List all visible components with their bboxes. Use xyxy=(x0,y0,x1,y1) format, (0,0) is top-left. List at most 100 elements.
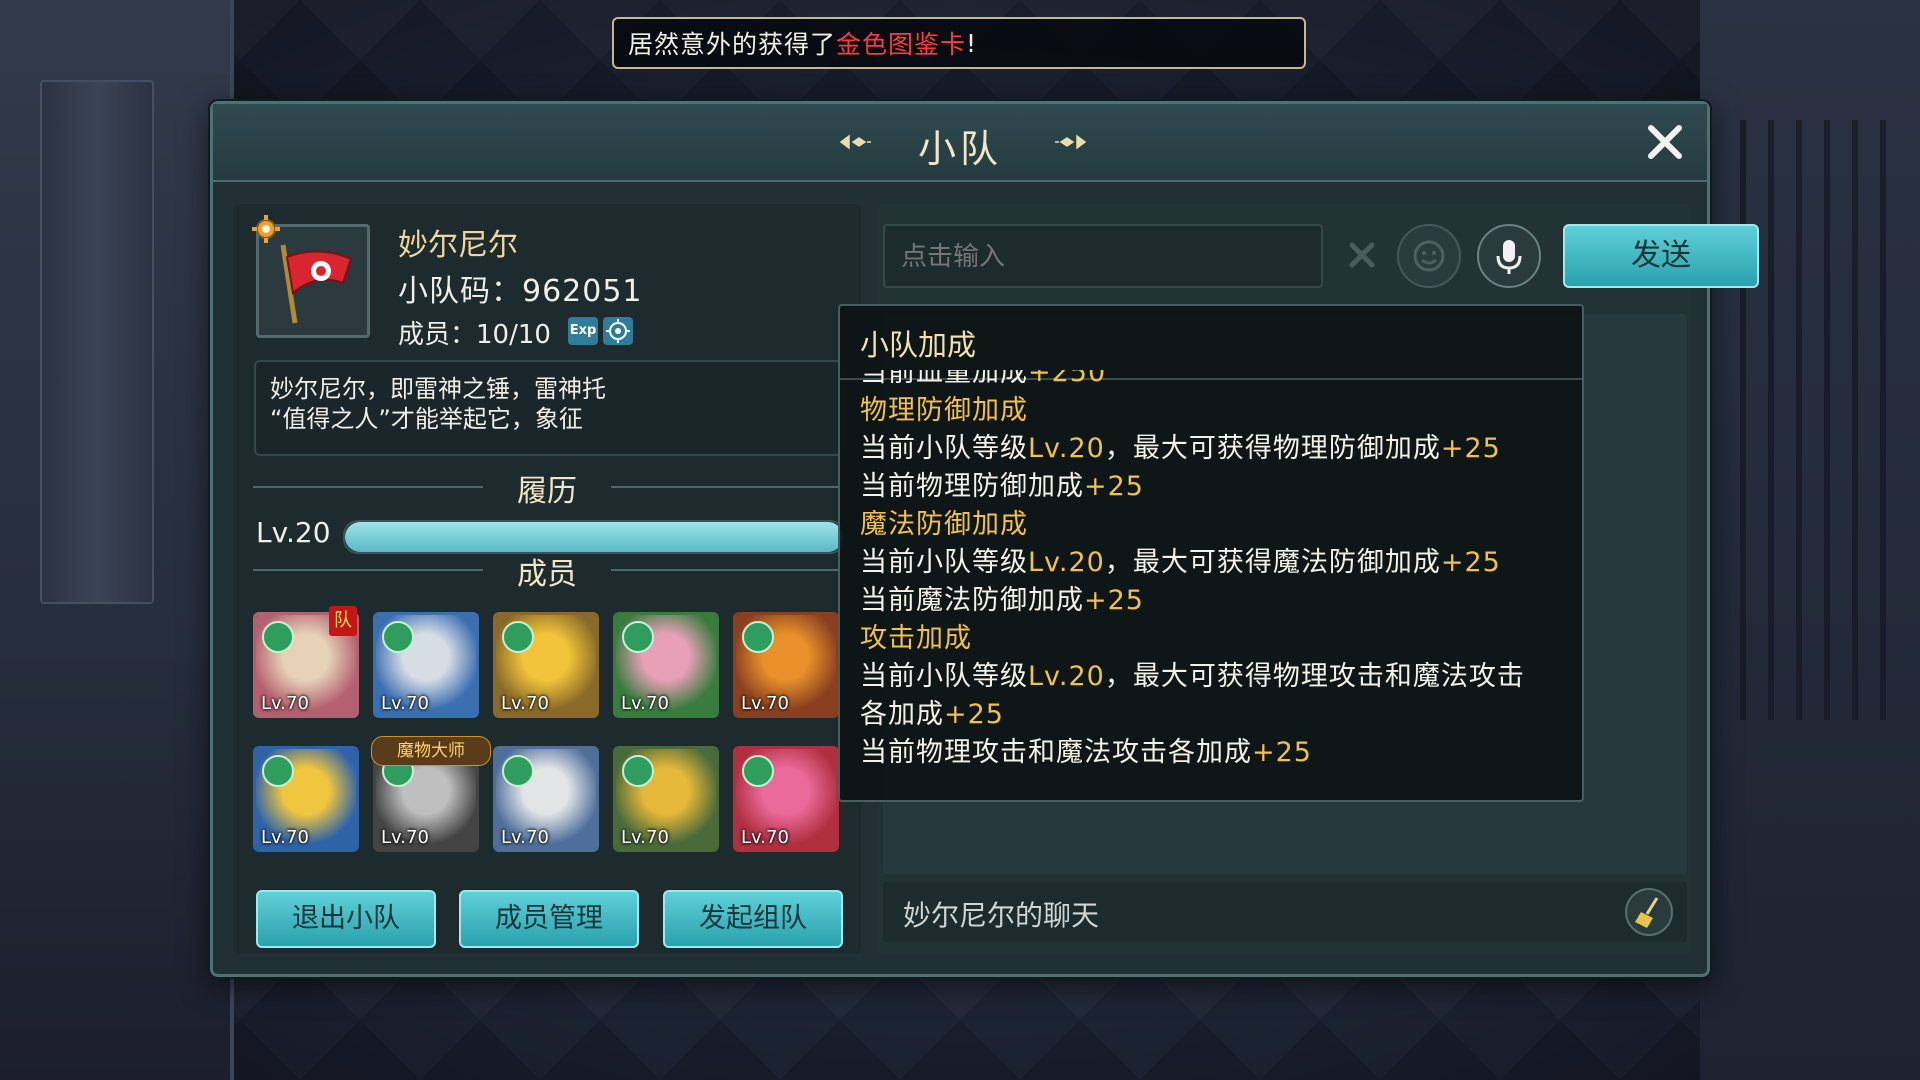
broom-icon xyxy=(1635,897,1659,928)
panel-header: 小队 xyxy=(213,104,1707,182)
member-level: Lv.70 xyxy=(381,693,429,714)
bonus-line-text: ，最大可获得物理防御加成 xyxy=(1104,433,1441,464)
history-heading: 履历 xyxy=(233,466,861,510)
background-building-left xyxy=(0,0,234,1080)
member-count-label: 成员： xyxy=(398,320,477,350)
microphone-icon xyxy=(1496,240,1522,274)
member-count-value: 10/10 xyxy=(476,320,551,350)
title-ornament-right-icon xyxy=(1055,134,1087,150)
bonus-line-value: +25 xyxy=(1440,433,1501,464)
background-fence xyxy=(1740,120,1890,720)
bonus-line-value: +25 xyxy=(1084,585,1144,616)
team-bonus-tooltip: 小队加成 当前血量加成+250 物理防御加成 当前小队等级Lv.20，最大可获得物理… xyxy=(838,304,1584,802)
member-card[interactable]: Lv.70 xyxy=(373,612,479,718)
chat-channel-bar: 妙尔尼尔的聊天 xyxy=(883,882,1687,942)
bonus-line: 当前物理攻击和魔法攻击各加成+25 xyxy=(860,734,1580,772)
bonus-line-level: Lv.20 xyxy=(1028,661,1105,692)
leave-team-button[interactable]: 退出小队 xyxy=(256,890,436,948)
clear-input-icon[interactable] xyxy=(1347,240,1377,270)
member-class-icon xyxy=(622,621,654,653)
toast-highlight: 金色图鉴卡 xyxy=(836,30,967,59)
team-description: 妙尔尼尔，即雷神之锤，雷神托 “值得之人”才能举起它，象征 xyxy=(254,360,844,456)
panel-title: 小队 xyxy=(917,127,1002,171)
member-card[interactable]: Lv.70 xyxy=(493,746,599,852)
member-class-icon xyxy=(262,755,294,787)
member-level: Lv.70 xyxy=(501,693,549,714)
send-button[interactable]: 发送 xyxy=(1563,224,1759,288)
bonus-line-value: +25 xyxy=(1440,547,1501,578)
toast-suffix: ! xyxy=(966,28,978,58)
team-panel: 小队 妙尔尼尔 小队码：962051 成员：10/10 Exp 妙尔尼尔，即雷神… xyxy=(210,101,1759,977)
member-card[interactable]: Lv.70 xyxy=(253,746,359,852)
member-class-icon xyxy=(382,621,414,653)
close-icon[interactable] xyxy=(1645,122,1685,162)
bonus-line: 当前小队等级Lv.20，最大可获得魔法防御加成+25 xyxy=(860,544,1580,582)
team-code-value: 962051 xyxy=(522,274,643,309)
smiley-icon xyxy=(1413,240,1445,272)
member-class-icon xyxy=(502,755,534,787)
bonus-line-text: 魔法防御加成 xyxy=(860,509,1028,540)
member-card[interactable]: Lv.70 xyxy=(733,746,839,852)
bonus-line-level: Lv.20 xyxy=(1028,433,1105,464)
target-badge[interactable] xyxy=(603,317,633,345)
bonus-line: 当前魔法防御加成+25 xyxy=(860,582,1580,620)
exp-badge[interactable]: Exp xyxy=(568,317,598,345)
bonus-line-level: Lv.20 xyxy=(1028,547,1105,578)
captain-tag: 队 xyxy=(329,606,357,636)
bonus-line-text: 当前血量加成 xyxy=(860,370,1028,388)
bonus-line-text: 当前小队等级 xyxy=(860,433,1028,464)
tooltip-title: 小队加成 xyxy=(860,328,977,362)
start-team-button[interactable]: 发起组队 xyxy=(663,890,843,948)
bonus-line: 魔法防御加成 xyxy=(860,506,1580,544)
team-level: Lv.20 xyxy=(256,516,331,549)
member-card[interactable]: Lv.70 xyxy=(613,746,719,852)
member-class-icon xyxy=(742,755,774,787)
member-level: Lv.70 xyxy=(621,827,669,848)
member-card[interactable]: Lv.70 xyxy=(613,612,719,718)
gear-icon[interactable] xyxy=(251,214,281,244)
bonus-line-text: 当前物理防御加成 xyxy=(860,471,1084,502)
bonus-line-text: ，最大可获得魔法防御加成 xyxy=(1104,547,1441,578)
member-level: Lv.70 xyxy=(621,693,669,714)
member-class-icon xyxy=(742,621,774,653)
member-level: Lv.70 xyxy=(741,693,789,714)
members-grid: Lv.70 Lv.70 Lv.70 Lv.70 Lv.70 Lv.70 Lv.70 Lv.70… xyxy=(253,604,853,864)
bonus-line-value: +25 xyxy=(1084,471,1144,502)
team-info-section: 妙尔尼尔 小队码：962051 成员：10/10 Exp 妙尔尼尔，即雷神之锤，… xyxy=(233,204,861,954)
bonus-line-text: 当前魔法防御加成 xyxy=(860,585,1084,616)
bonus-line-text: 攻击加成 xyxy=(860,623,972,654)
team-name: 妙尔尼尔 xyxy=(398,228,518,263)
team-code-label: 小队码： xyxy=(398,274,522,309)
member-card[interactable]: Lv.70 xyxy=(733,612,839,718)
bonus-line-text: ，最大可获得物理攻击和魔法攻击 xyxy=(1104,661,1525,692)
voice-button[interactable] xyxy=(1477,224,1541,288)
member-level: Lv.70 xyxy=(381,827,429,848)
emoji-button[interactable] xyxy=(1397,224,1461,288)
team-description-text: 妙尔尼尔，即雷神之锤，雷神托 “值得之人”才能举起它，象征 xyxy=(270,375,606,433)
bonus-line-value: +250 xyxy=(1028,370,1107,388)
member-class-icon xyxy=(622,755,654,787)
bonus-line-text: 当前小队等级 xyxy=(860,547,1028,578)
member-level: Lv.70 xyxy=(261,827,309,848)
bonus-line: 攻击加成 xyxy=(860,620,1580,658)
team-level-progress-fill xyxy=(345,522,843,552)
team-member-count: 成员：10/10 xyxy=(398,314,551,351)
bonus-line-text: 物理防御加成 xyxy=(860,395,1028,426)
bonus-line-text: 各加成 xyxy=(860,699,944,730)
manage-members-button[interactable]: 成员管理 xyxy=(459,890,639,948)
bonus-line: 当前物理防御加成+25 xyxy=(860,468,1580,506)
toast-prefix: 居然意外的获得了 xyxy=(628,30,837,59)
member-level: Lv.70 xyxy=(741,827,789,848)
members-heading: 成员 xyxy=(233,549,861,593)
bonus-line: 当前小队等级Lv.20，最大可获得物理攻击和魔法攻击 xyxy=(860,658,1580,696)
bonus-line: 当前血量加成+250 xyxy=(860,370,1580,392)
bonus-line: 各加成+25 xyxy=(860,696,1580,734)
background-pillar xyxy=(40,80,154,604)
clear-chat-button[interactable] xyxy=(1625,888,1673,936)
member-class-icon xyxy=(262,621,294,653)
bonus-line: 物理防御加成 xyxy=(860,392,1580,430)
tooltip-body: 当前血量加成+250 物理防御加成 当前小队等级Lv.20，最大可获得物理防御加成+… xyxy=(860,370,1580,800)
member-card[interactable]: Lv.70 xyxy=(493,612,599,718)
chat-input[interactable] xyxy=(883,224,1323,288)
bonus-line-text: 当前小队等级 xyxy=(860,661,1028,692)
